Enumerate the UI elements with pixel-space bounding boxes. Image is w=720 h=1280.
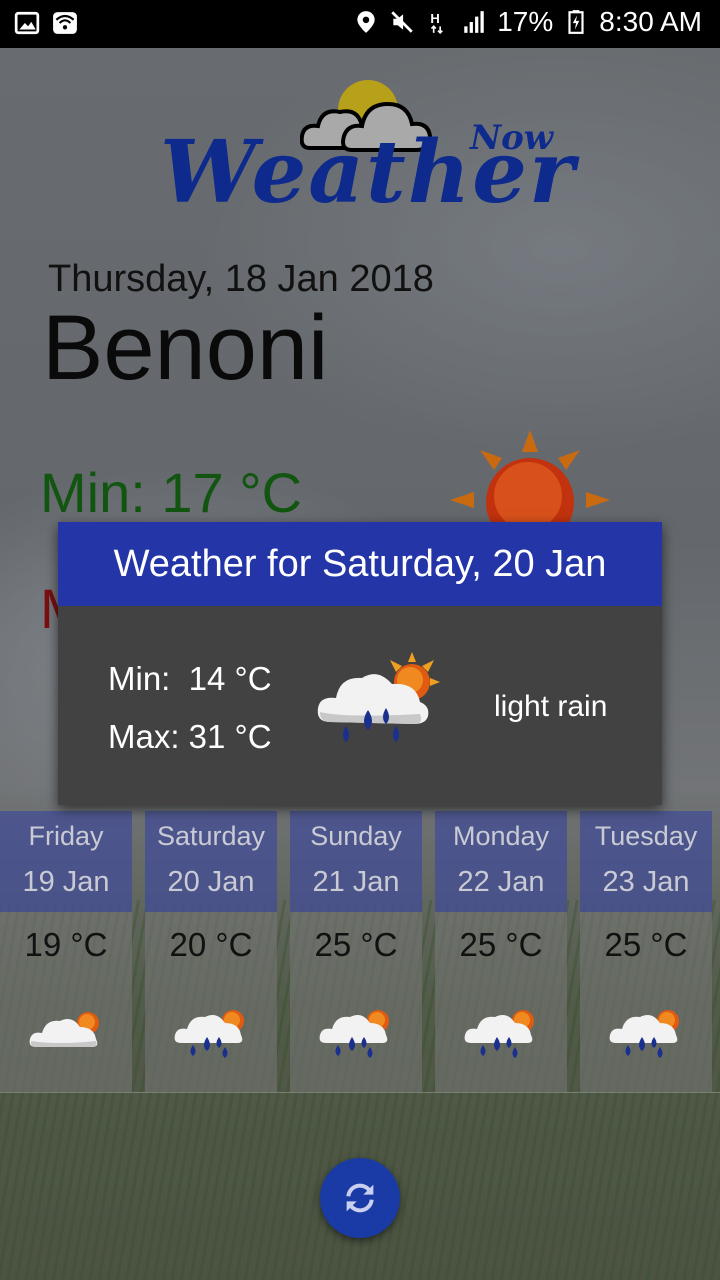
forecast-day-name: Friday [28,821,104,851]
image-icon [14,11,40,35]
clock: 8:30 AM [599,6,702,37]
forecast-day-date: 20 Jan [167,866,255,898]
dialog-description: light rain [494,690,608,723]
refresh-icon [346,1183,374,1213]
forecast-day-date: 19 Jan [22,866,110,898]
cloud-sun-icon [29,1012,99,1047]
current-date: Thursday, 18 Jan 2018 [48,258,434,300]
logo-now: Now [470,118,554,158]
forecast-day-name: Tuesday [594,821,698,851]
forecast-day-card[interactable]: Tuesday 23 Jan 25 °C [580,811,712,1092]
forecast-detail-dialog[interactable]: Weather for Saturday, 20 Jan Min: 14 °C … [58,522,662,805]
forecast-day-temp: 19 °C [24,926,108,963]
forecast-day-card[interactable]: Sunday 21 Jan 25 °C [290,811,422,1092]
svg-text:H: H [431,11,440,26]
location-icon [357,11,375,33]
refresh-button[interactable] [320,1158,400,1238]
forecast-day-name: Sunday [310,821,402,851]
signal-icon [464,11,484,33]
forecast-strip: Friday 19 Jan 19 °C Saturday 20 Jan 20 °… [0,811,720,1092]
status-bar: H 17% 8:30 AM [0,0,720,48]
app-logo: Weather Now [150,78,574,228]
wifi-icon [53,12,77,34]
forecast-day-header: Saturday 20 Jan [145,811,277,912]
hspa-icon: H [431,11,444,34]
forecast-day-temp: 25 °C [459,926,543,963]
forecast-day-date: 21 Jan [312,866,400,898]
forecast-day-header: Friday 19 Jan [0,811,132,912]
city-name: Benoni [42,297,329,399]
forecast-day-card[interactable]: Monday 22 Jan 25 °C [435,811,567,1092]
current-min-temp: Min: 17 °C [40,461,303,524]
rain-sun-icon [317,652,440,742]
mute-icon [391,11,413,33]
forecast-day-temp: 20 °C [169,926,253,963]
forecast-day-date: 22 Jan [457,866,545,898]
rain-sun-icon [609,1010,679,1058]
rain-sun-icon [464,1010,534,1058]
forecast-day-header: Sunday 21 Jan [290,811,422,912]
dialog-min-temp: Min: 14 °C [108,660,272,697]
forecast-day-header: Tuesday 23 Jan [580,811,712,912]
divider [0,1092,720,1093]
rain-sun-icon [174,1010,244,1058]
forecast-day-card[interactable]: Saturday 20 Jan 20 °C [145,811,277,1092]
battery-icon [568,10,584,34]
dialog-max-temp: Max: 31 °C [108,718,272,755]
forecast-day-temp: 25 °C [314,926,398,963]
forecast-day-date: 23 Jan [602,866,690,898]
forecast-day-name: Saturday [156,821,266,851]
forecast-day-name: Monday [452,821,550,851]
forecast-day-temp: 25 °C [604,926,688,963]
dialog-title: Weather for Saturday, 20 Jan [58,522,662,606]
forecast-day-card[interactable]: Friday 19 Jan 19 °C [0,811,132,1092]
rain-sun-icon [319,1010,389,1058]
battery-percent: 17% [497,6,554,37]
forecast-day-header: Monday 22 Jan [435,811,567,912]
